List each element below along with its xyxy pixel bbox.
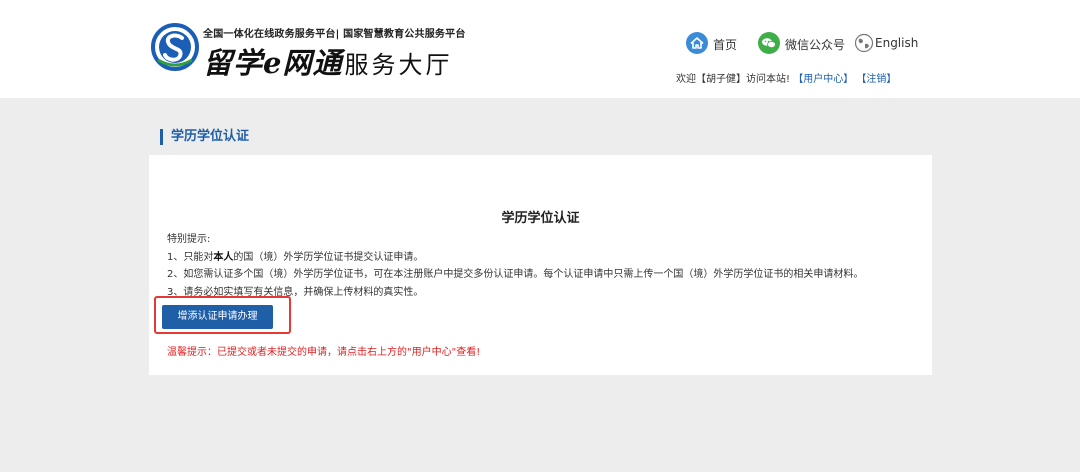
notice-item-1-pre: 1、只能对 [167, 251, 214, 263]
notice-item-1-post: 的国（境）外学历学位证书提交认证申请。 [233, 251, 424, 263]
notice-block: 特别提示: 1、只能对本人的国（境）外学历学位证书提交认证申请。 2、如您需认证… [167, 231, 863, 301]
nav-wechat-label: 微信公众号 [785, 38, 846, 52]
platform-subtitle: 全国一体化在线政务服务平台| 国家智慧教育公共服务平台 [203, 29, 466, 40]
logout-link[interactable]: 【注销】 [856, 74, 896, 85]
wechat-icon [758, 32, 780, 57]
warm-tip: 温馨提示：已提交或者未提交的申请，请点击右上方的"用户中心"查看! [167, 347, 481, 358]
welcome-text: 欢迎【胡子健】访问本站! [676, 74, 791, 85]
hall-name: 服务大厅 [344, 51, 453, 79]
brand-name: 留学e网通 [203, 46, 343, 80]
card-title: 学历学位认证 [501, 211, 580, 226]
user-center-link[interactable]: 【用户中心】 [793, 74, 853, 85]
notice-heading: 特别提示: [167, 234, 211, 245]
site-header: 全国一体化在线政务服务平台| 国家智慧教育公共服务平台 留学e网通服务大厅 首页 [0, 0, 1080, 98]
nav-home-label: 首页 [713, 38, 738, 52]
welcome-bar: 欢迎【胡子健】访问本站! 【用户中心】 【注销】 [676, 70, 896, 85]
add-application-button[interactable]: 增添认证申请办理 [162, 305, 273, 329]
home-icon [686, 32, 708, 57]
notice-item-2: 2、如您需认证多个国（境）外学历学位证书，可在本注册账户中提交多份认证申请。每个… [167, 269, 864, 280]
notice-item-1-bold: 本人 [213, 251, 234, 263]
globe-icon [854, 32, 874, 56]
nav-english-label: English [875, 36, 919, 50]
section-title: 学历学位认证 [160, 129, 249, 145]
content-card: 学历学位认证 特别提示: 1、只能对本人的国（境）外学历学位证书提交认证申请。 … [149, 155, 932, 375]
cscse-logo-icon[interactable] [150, 22, 200, 72]
site-logo-title[interactable]: 留学e网通服务大厅 [203, 40, 452, 82]
notice-item-1: 1、只能对本人的国（境）外学历学位证书提交认证申请。 [167, 249, 863, 267]
